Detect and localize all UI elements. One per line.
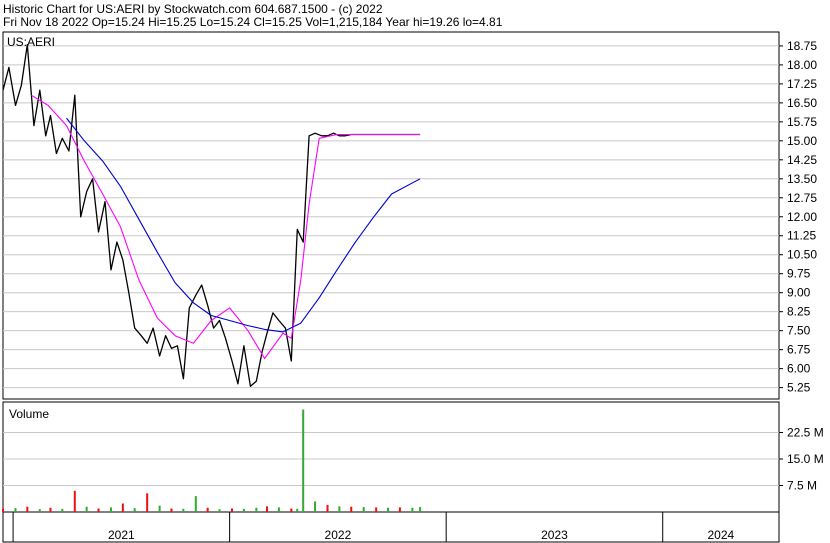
volume-tick-label: 22.5 M: [787, 426, 824, 440]
volume-bar: [218, 509, 221, 512]
volume-bar: [296, 508, 299, 512]
volume-bar: [266, 506, 269, 512]
volume-bar: [109, 507, 112, 512]
volume-bar: [170, 508, 173, 512]
price-tick-label: 6.00: [787, 362, 811, 376]
volume-bar: [2, 508, 4, 512]
volume-bar: [231, 508, 234, 512]
volume-label: Volume: [9, 407, 49, 421]
volume-bar: [194, 496, 197, 512]
volume-bar: [38, 509, 41, 512]
price-tick-label: 14.25: [787, 153, 817, 167]
volume-bar: [121, 503, 124, 512]
price-tick-label: 5.25: [787, 381, 811, 395]
price-tick-label: 18.75: [787, 39, 817, 53]
year-label: 2024: [708, 528, 735, 542]
volume-bar: [206, 507, 209, 512]
volume-bar: [158, 505, 161, 512]
volume-tick-label: 15.0 M: [787, 452, 824, 466]
price-axis-ticks: 18.75 18.00 17.25 16.50 15.75 15.00 14.25 13.50…: [779, 39, 817, 395]
volume-bar: [97, 508, 100, 512]
volume-bar: [133, 508, 136, 512]
price-tick-label: 8.25: [787, 305, 811, 319]
price-tick-label: 18.00: [787, 58, 817, 72]
year-label: 2022: [325, 528, 352, 542]
volume-bar: [350, 506, 353, 512]
price-tick-label: 11.25: [787, 229, 816, 243]
volume-bar: [14, 508, 17, 512]
volume-bar: [85, 506, 88, 512]
price-panel-frame: [2, 31, 780, 400]
price-tick-label: 7.50: [787, 324, 811, 338]
volume-bar: [387, 507, 390, 512]
price-tick-label: 13.50: [787, 172, 817, 186]
volume-bar: [314, 501, 317, 512]
price-tick-label: 12.00: [787, 210, 817, 224]
volume-bar: [255, 507, 258, 512]
volume-tick-label: 7.5 M: [787, 479, 817, 493]
volume-bar: [326, 504, 329, 512]
volume-bar: [182, 508, 185, 512]
price-tick-label: 9.00: [787, 286, 811, 300]
volume-bar: [290, 508, 293, 512]
year-label: 2021: [108, 528, 135, 542]
volume-panel-frame: [2, 401, 780, 513]
price-tick-label: 9.75: [787, 267, 811, 281]
volume-bar: [73, 490, 76, 512]
volume-bar: [242, 508, 245, 512]
volume-axis-ticks: 22.5 M 15.0 M 7.5 M: [779, 426, 824, 493]
volume-bar: [61, 508, 64, 512]
price-tick-label: 16.50: [787, 96, 817, 110]
volume-bar: [338, 506, 341, 512]
stock-chart: 18.75 18.00 17.25 16.50 15.75 15.00 14.25 13.50…: [2, 31, 824, 543]
price-tick-label: 17.25: [787, 77, 817, 91]
volume-bar: [49, 507, 52, 512]
volume-bar: [419, 507, 422, 512]
year-label: 2023: [541, 528, 568, 542]
volume-bar: [26, 506, 29, 512]
volume-bar: [146, 493, 149, 512]
volume-bar: [398, 507, 401, 512]
symbol-label: US:AERI: [7, 35, 55, 49]
price-tick-label: 6.75: [787, 343, 811, 357]
volume-bar: [362, 507, 365, 512]
price-tick-label: 15.00: [787, 134, 817, 148]
price-tick-label: 10.50: [787, 248, 817, 262]
price-tick-label: 15.75: [787, 115, 817, 129]
volume-bar: [277, 507, 280, 512]
price-tick-label: 12.75: [787, 191, 817, 205]
volume-bar: [302, 409, 305, 512]
volume-bar: [411, 507, 414, 512]
volume-bar: [375, 507, 378, 512]
